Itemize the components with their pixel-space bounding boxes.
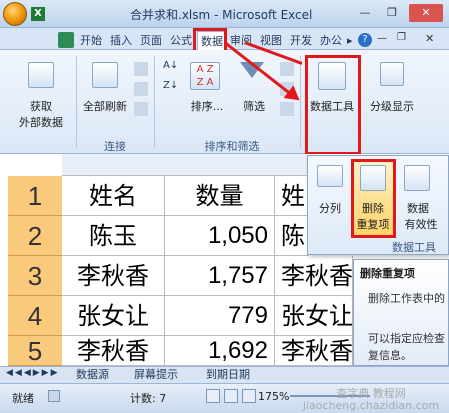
refresh-all-icon (92, 62, 118, 88)
cell[interactable]: 李秋香 (62, 336, 165, 366)
help-icon[interactable]: ? (358, 33, 372, 47)
cell[interactable]: 陈玉 (62, 216, 165, 256)
text-to-columns-button[interactable]: 分列 (313, 200, 347, 216)
tab-insert[interactable]: 插入 (107, 31, 135, 50)
cell[interactable]: 1,050 (165, 216, 275, 256)
external-data-icon (28, 62, 54, 88)
refresh-all-button[interactable]: 全部刷新 (78, 98, 132, 114)
cell[interactable]: 张女让 (275, 296, 353, 336)
zoom-level[interactable]: 175% (258, 390, 289, 403)
ribbon-separator (300, 56, 301, 148)
clear-filter-icon[interactable] (280, 62, 294, 76)
window-title: 合并求和.xlsm - Microsoft Excel (130, 8, 313, 22)
connections-icon[interactable] (134, 62, 148, 76)
data-validation-icon (404, 165, 430, 191)
sheet-tab-screen-tips[interactable]: 屏幕提示 (134, 367, 178, 382)
watermark-line-2: jiaocheng.chazidian.com (302, 399, 440, 412)
filter-button[interactable]: 筛选 (236, 98, 272, 114)
cell[interactable]: 李秋香 (62, 256, 165, 296)
row-header[interactable]: 5 (8, 336, 62, 366)
excel-small-icon (58, 32, 74, 48)
tab-office[interactable]: 办公 (317, 31, 345, 50)
minimize-button[interactable]: — (356, 4, 374, 22)
office-button[interactable] (3, 2, 27, 26)
tab-home[interactable]: 开始 (77, 31, 105, 50)
data-tools-group-label: 数据工具 (392, 241, 436, 254)
workbook-close-icon[interactable]: ✕ (425, 32, 434, 45)
macro-record-icon[interactable] (48, 390, 60, 402)
tooltip-line-1: 删除工作表中的 (368, 292, 445, 305)
status-ready: 就绪 (12, 392, 34, 405)
tooltip-line-3: 复信息。 (368, 349, 412, 362)
column-header-bar (62, 154, 307, 176)
text-to-columns-icon (317, 165, 343, 187)
row-header[interactable]: 4 (8, 296, 62, 336)
highlight-data-tools (305, 55, 361, 155)
ribbon-separator (76, 56, 77, 148)
ribbon-separator (154, 56, 155, 148)
tab-developer[interactable]: 开发 (287, 31, 315, 50)
sheet-nav-arrows-icon[interactable]: ◀◀◀▶▶▶ (6, 368, 60, 378)
close-button[interactable]: ✕ (409, 4, 443, 22)
tooltip-line-2: 可以指定应检查 (368, 332, 445, 345)
sort-dialog-icon: A ZZ A (190, 62, 220, 90)
row-header[interactable]: 3 (8, 256, 62, 296)
cell[interactable]: 陈 (275, 216, 309, 256)
row-header[interactable]: 2 (8, 216, 62, 256)
cell[interactable]: 张女让 (62, 296, 165, 336)
sheet-tab-due-dates[interactable]: 到期日期 (206, 367, 266, 382)
row-header[interactable]: 1 (8, 176, 62, 216)
cell[interactable]: 数量 (165, 176, 275, 216)
status-count: 计数: 7 (130, 392, 167, 405)
cell[interactable]: 李秋香 (275, 336, 353, 366)
cell[interactable]: 姓 (275, 176, 309, 216)
connections-group-label: 连接 (104, 140, 126, 153)
ribbon-restore-icon[interactable]: ❐ (397, 32, 406, 43)
watermark: 查字典 教程网 jiaocheng.chazidian.com (296, 388, 446, 412)
cell[interactable]: 779 (165, 296, 275, 336)
cell[interactable]: 1,757 (165, 256, 275, 296)
highlight-remove-duplicates (351, 159, 396, 238)
tab-scroll-right[interactable]: ▸ (344, 31, 356, 50)
sheet-tab-data-source[interactable]: 数据源 (76, 367, 109, 382)
edit-links-icon[interactable] (134, 102, 148, 116)
cell[interactable]: 姓名 (62, 176, 165, 216)
tab-formulas[interactable]: 公式 (167, 31, 195, 50)
cell[interactable]: 1,692 (165, 336, 275, 366)
outline-icon (380, 62, 404, 86)
sort-az-icon[interactable]: A↓ (163, 60, 178, 74)
ribbon-minimize-icon[interactable]: — (377, 33, 387, 44)
data-validation-label-2[interactable]: 有效性 (398, 216, 444, 232)
outline-button[interactable]: 分级显示 (362, 98, 422, 114)
sort-za-icon[interactable]: Z↓ (163, 80, 178, 94)
tab-page-layout[interactable]: 页面 (137, 31, 165, 50)
page-layout-view-icon[interactable] (224, 389, 238, 403)
get-external-data-label-1[interactable]: 获取 (8, 98, 74, 114)
normal-view-icon[interactable] (206, 389, 220, 403)
get-external-data-label-2[interactable]: 外部数据 (8, 114, 74, 130)
cell[interactable]: 李秋香 (275, 256, 353, 296)
sort-button[interactable]: 排序... (184, 98, 230, 114)
data-validation-label-1[interactable]: 数据 (398, 200, 438, 216)
excel-app-icon: X (31, 7, 45, 21)
restore-button[interactable]: ❐ (383, 4, 401, 22)
properties-icon[interactable] (134, 82, 148, 96)
sort-filter-group-label: 排序和筛选 (204, 140, 260, 153)
page-break-view-icon[interactable] (242, 389, 256, 403)
tooltip-title: 删除重复项 (360, 267, 415, 280)
